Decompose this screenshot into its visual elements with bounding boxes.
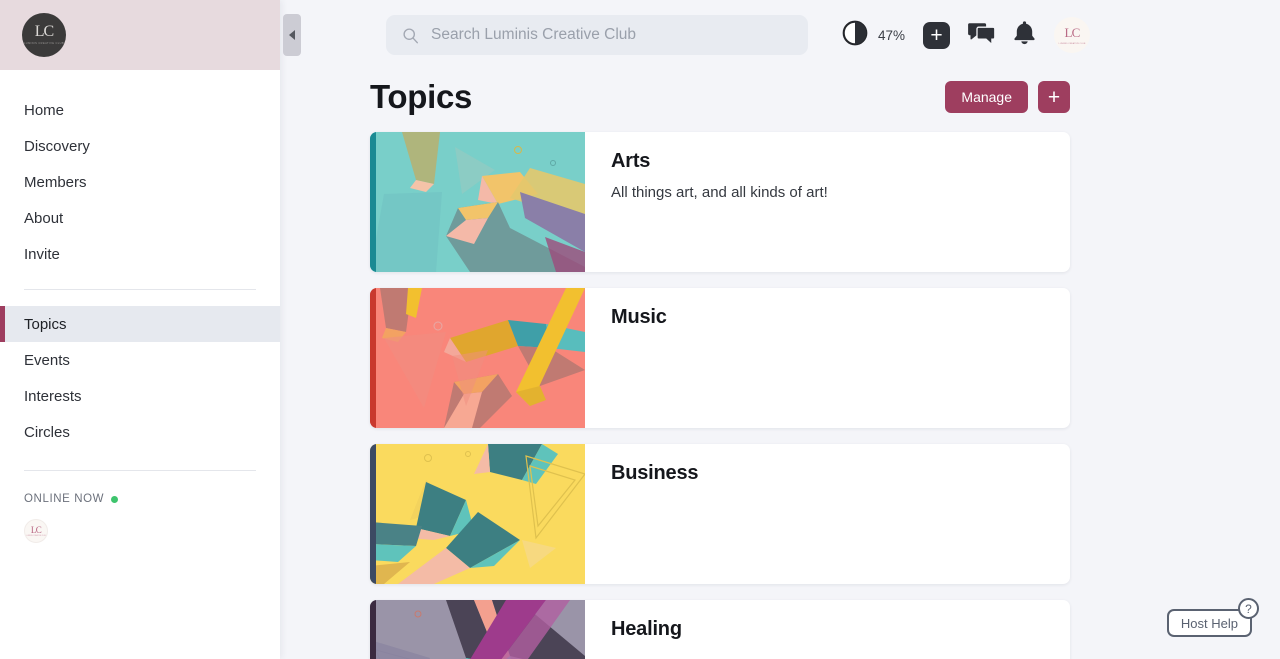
sidebar-item-discovery[interactable]: Discovery: [0, 128, 280, 164]
avatar-monogram: LC: [30, 525, 42, 535]
abstract-geometry-icon: [370, 132, 585, 272]
topic-card-body: Arts All things art, and all kinds of ar…: [585, 132, 1070, 272]
bell-icon: [1013, 20, 1036, 50]
topic-card-stripe: [370, 132, 376, 272]
messages-button[interactable]: [968, 21, 996, 50]
club-logo-subtext: LUMINIS CREATIVE CLUB: [23, 41, 65, 45]
online-now-header: ONLINE NOW: [0, 493, 280, 505]
avatar-subtext: LUMINIS CREATIVE CLUB: [26, 536, 46, 537]
app-root: LC LUMINIS CREATIVE CLUB Home Discovery …: [0, 0, 1280, 659]
topic-card[interactable]: Healing: [370, 600, 1070, 659]
sidebar-header: LC LUMINIS CREATIVE CLUB: [0, 0, 280, 70]
abstract-geometry-icon: [370, 288, 585, 428]
topic-card-title: Music: [611, 306, 667, 328]
online-status-dot-icon: [111, 495, 119, 503]
sidebar-item-events[interactable]: Events: [0, 342, 280, 378]
sidebar-collapse-button[interactable]: [283, 14, 301, 56]
sidebar-nav: Home Discovery Members About Invite Topi…: [0, 70, 280, 543]
user-avatar[interactable]: LC LUMINIS CREATIVE CLUB: [1054, 17, 1091, 53]
sidebar-item-label: Interests: [24, 387, 82, 405]
topic-card-body: Business: [585, 444, 1070, 584]
online-now-label: ONLINE NOW: [24, 493, 105, 505]
half-circle-progress-icon: [842, 20, 868, 51]
sidebar-item-invite[interactable]: Invite: [0, 236, 280, 272]
topic-card-title: Arts: [611, 150, 651, 172]
sidebar-divider: [24, 289, 256, 290]
sidebar-item-members[interactable]: Members: [0, 164, 280, 200]
profile-progress[interactable]: 47%: [842, 20, 905, 51]
sidebar-item-topics[interactable]: Topics: [0, 306, 280, 342]
topic-card-image: [370, 288, 585, 428]
sidebar-item-label: Home: [24, 101, 65, 119]
sidebar-item-label: Events: [24, 351, 70, 369]
topic-card[interactable]: Music: [370, 288, 1070, 428]
topic-card-body: Music: [585, 288, 1070, 428]
search-input[interactable]: [431, 26, 792, 44]
sidebar-item-about[interactable]: About: [0, 200, 280, 236]
host-help-label: Host Help: [1180, 615, 1238, 631]
main-content: 47% +: [280, 0, 1280, 659]
topic-card-body: Healing: [585, 600, 1070, 659]
search-icon: [402, 27, 419, 44]
topic-card-stripe: [370, 288, 376, 428]
topics-list: Arts All things art, and all kinds of ar…: [280, 116, 1280, 659]
topbar-actions: 47% + LC LUMINIS CREATIVE CLUB: [842, 17, 1091, 53]
topic-card-title: Business: [611, 462, 699, 484]
question-mark-icon: ?: [1238, 598, 1259, 619]
sidebar-item-interests[interactable]: Interests: [0, 378, 280, 414]
manage-button[interactable]: Manage: [945, 81, 1028, 113]
page-header: Topics Manage +: [280, 70, 1280, 116]
host-help-button[interactable]: Host Help ?: [1166, 598, 1259, 637]
topic-card-stripe: [370, 444, 376, 584]
search-box[interactable]: [386, 15, 808, 55]
online-now-avatars: LC LUMINIS CREATIVE CLUB: [0, 519, 280, 543]
topbar: 47% +: [280, 0, 1280, 70]
abstract-geometry-icon: [370, 444, 585, 584]
sidebar-item-label: Members: [24, 173, 87, 191]
sidebar-item-label: About: [24, 209, 64, 227]
avatar[interactable]: LC LUMINIS CREATIVE CLUB: [24, 519, 48, 543]
sidebar-item-circles[interactable]: Circles: [0, 414, 280, 450]
page-title: Topics: [370, 78, 473, 115]
plus-icon: +: [923, 21, 951, 49]
sidebar-item-label: Circles: [24, 423, 70, 441]
notifications-button[interactable]: [1013, 20, 1036, 50]
progress-percent: 47%: [878, 27, 906, 43]
sidebar-item-label: Invite: [24, 245, 60, 263]
topic-card[interactable]: Arts All things art, and all kinds of ar…: [370, 132, 1070, 272]
create-button[interactable]: +: [923, 21, 951, 49]
topic-card-image: [370, 600, 585, 659]
chevron-left-icon: [289, 30, 295, 40]
topic-card-stripe: [370, 600, 376, 659]
add-topic-button[interactable]: +: [1038, 81, 1070, 113]
topic-card-image: [370, 444, 585, 584]
club-logo[interactable]: LC LUMINIS CREATIVE CLUB: [22, 13, 66, 57]
topic-card[interactable]: Business: [370, 444, 1070, 584]
page-header-actions: Manage +: [945, 81, 1070, 113]
avatar-monogram: LC: [1064, 25, 1081, 40]
topic-card-image: [370, 132, 585, 272]
sidebar: LC LUMINIS CREATIVE CLUB Home Discovery …: [0, 0, 301, 659]
sidebar-item-label: Topics: [24, 315, 67, 333]
sidebar-item-label: Discovery: [24, 137, 90, 155]
topic-card-title: Healing: [611, 618, 682, 640]
abstract-geometry-icon: [370, 600, 585, 659]
sidebar-item-home[interactable]: Home: [0, 92, 280, 128]
club-logo-monogram: LC: [34, 23, 54, 41]
sidebar-divider-2: [24, 470, 256, 471]
avatar-subtext: LUMINIS CREATIVE CLUB: [1058, 43, 1086, 45]
chat-bubbles-icon: [968, 21, 996, 50]
topic-card-description: All things art, and all kinds of art!: [611, 184, 828, 201]
